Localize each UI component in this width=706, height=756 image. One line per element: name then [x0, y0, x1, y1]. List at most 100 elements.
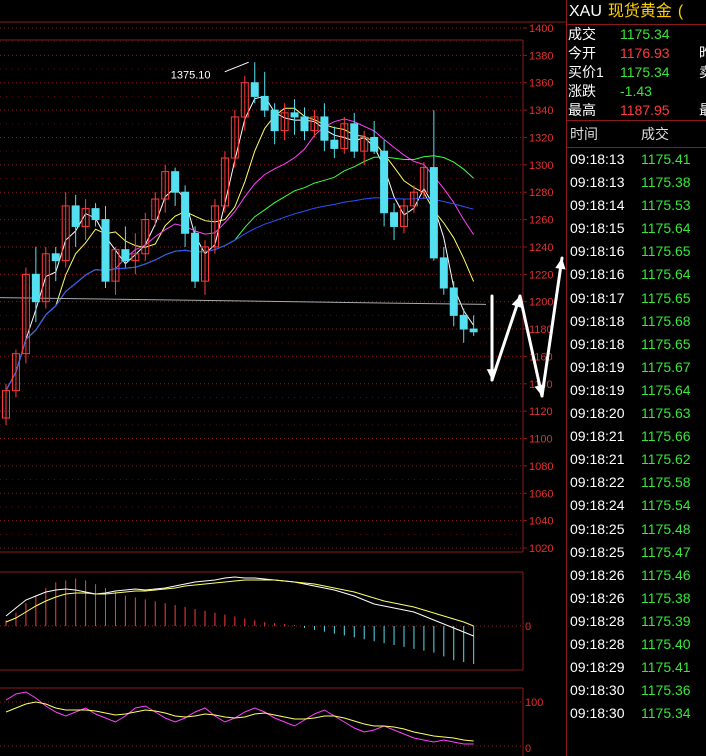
- candle-body: [51, 253, 60, 262]
- tick-price: 1175.47: [641, 543, 691, 560]
- quote-label: 今开: [568, 45, 596, 61]
- tick-time: 09:18:20: [570, 405, 625, 422]
- quote-row-4: 最高 1187.95 最: [567, 101, 706, 120]
- tick-time: 09:18:18: [570, 335, 625, 352]
- candle-body: [181, 191, 190, 234]
- tick-price: 1175.58: [641, 474, 691, 491]
- tick-row[interactable]: 09:18:18 1175.65: [567, 333, 706, 356]
- ticks-header-price: 成交: [641, 126, 669, 142]
- ma-line: [5, 155, 474, 391]
- price-tick-label: 1380: [529, 50, 553, 62]
- kdj-panel: 100 0: [0, 687, 543, 756]
- tick-time: 09:18:15: [570, 220, 625, 237]
- price-tick-label: 1280: [529, 187, 553, 199]
- tick-row[interactable]: 09:18:25 1175.47: [567, 541, 706, 564]
- quote-row-0: 成交 1175.34: [567, 25, 706, 44]
- quote-value: 1176.93: [620, 45, 670, 61]
- tick-row[interactable]: 09:18:16 1175.64: [567, 263, 706, 286]
- tick-price: 1175.40: [641, 635, 691, 652]
- tick-time: 09:18:26: [570, 589, 625, 606]
- tick-price: 1175.36: [641, 682, 691, 699]
- quote-value: 1175.34: [620, 26, 670, 42]
- tick-row[interactable]: 09:18:26 1175.38: [567, 587, 706, 610]
- symbol-header[interactable]: XAU 现货黄金 (: [567, 0, 706, 25]
- ticks-header-time: 时间: [570, 126, 598, 142]
- tick-time: 09:18:17: [570, 289, 625, 306]
- kline-chart[interactable]: 1400 1380 1360 1340 1320 1300 1280 1260 1240 1220…: [0, 0, 566, 756]
- tick-price: 1175.46: [641, 566, 691, 583]
- tick-row[interactable]: 09:18:21 1175.62: [567, 448, 706, 471]
- tick-row[interactable]: 09:18:29 1175.41: [567, 656, 706, 679]
- symbol-extra: (: [677, 3, 684, 20]
- tick-row[interactable]: 09:18:16 1175.65: [567, 240, 706, 263]
- tick-row[interactable]: 09:18:22 1175.58: [567, 471, 706, 494]
- tick-row[interactable]: 09:18:13 1175.41: [567, 148, 706, 171]
- quote-cut-label: 卖: [699, 63, 706, 82]
- tick-row[interactable]: 09:18:14 1175.53: [567, 194, 706, 217]
- quote-value: 1187.95: [620, 102, 670, 118]
- quote-label: 买价1: [568, 64, 604, 80]
- tick-row[interactable]: 09:18:25 1175.48: [567, 518, 706, 541]
- tick-list[interactable]: 09:18:13 1175.41 09:18:13 1175.38 09:18:14 11…: [567, 148, 706, 725]
- price-tick-label: 1120: [529, 406, 553, 418]
- tick-time: 09:18:30: [570, 705, 625, 722]
- price-tick-label: 1100: [529, 434, 553, 446]
- tick-row[interactable]: 09:18:30 1175.36: [567, 679, 706, 702]
- ticks-header: 时间 成交: [567, 120, 706, 148]
- moving-averages: [0, 95, 487, 391]
- tick-time: 09:18:26: [570, 566, 625, 583]
- candle-body: [31, 273, 40, 303]
- candle-body: [350, 123, 359, 152]
- price-tick-label: 1260: [529, 215, 553, 227]
- tick-time: 09:18:28: [570, 635, 625, 652]
- tick-time: 09:18:24: [570, 497, 625, 514]
- kdj-100-label: 100: [525, 697, 543, 709]
- candle-body: [260, 95, 269, 111]
- quote-row-1: 今开 1176.93 昨: [567, 44, 706, 63]
- tick-row[interactable]: 09:18:30 1175.34: [567, 702, 706, 725]
- price-tick-label: 1080: [529, 461, 553, 473]
- price-tick-label: 1340: [529, 105, 553, 117]
- price-tick-label: 1020: [529, 543, 553, 555]
- tick-time: 09:18:19: [570, 358, 625, 375]
- tick-time: 09:18:21: [570, 428, 625, 445]
- tick-time: 09:18:22: [570, 474, 625, 491]
- candle-body: [300, 116, 309, 132]
- candles: [2, 62, 478, 425]
- tick-row[interactable]: 09:18:26 1175.46: [567, 564, 706, 587]
- candle-body: [91, 208, 100, 221]
- tick-time: 09:18:19: [570, 381, 625, 398]
- tick-row[interactable]: 09:18:15 1175.64: [567, 217, 706, 240]
- tick-row[interactable]: 09:18:28 1175.39: [567, 610, 706, 633]
- candle-body: [370, 136, 379, 152]
- candle-body: [439, 257, 448, 289]
- price-tick-label: 1320: [529, 132, 553, 144]
- candle-body: [270, 109, 279, 132]
- tick-row[interactable]: 09:18:28 1175.40: [567, 633, 706, 656]
- tick-row[interactable]: 09:18:21 1175.66: [567, 425, 706, 448]
- tick-row[interactable]: 09:18:19 1175.67: [567, 356, 706, 379]
- tick-price: 1175.65: [641, 243, 691, 260]
- main-grid: [0, 21, 566, 553]
- tick-price: 1175.54: [641, 497, 691, 514]
- candle-body: [459, 314, 468, 330]
- tick-row[interactable]: 09:18:24 1175.54: [567, 494, 706, 517]
- tick-row[interactable]: 09:18:17 1175.65: [567, 287, 706, 310]
- quote-label: 涨跌: [568, 83, 596, 99]
- price-axis: 1400 1380 1360 1340 1320 1300 1280 1260 1240 1220…: [523, 23, 553, 555]
- tick-row[interactable]: 09:18:18 1175.68: [567, 310, 706, 333]
- tick-price: 1175.67: [641, 358, 691, 375]
- price-tick-label: 1300: [529, 160, 553, 172]
- kdj-0-label: 0: [525, 743, 531, 755]
- candle-body: [380, 150, 389, 214]
- candle-body: [429, 167, 438, 259]
- kdj-d-line: [5, 701, 474, 742]
- tick-row[interactable]: 09:18:19 1175.64: [567, 379, 706, 402]
- candle-body: [191, 232, 200, 282]
- tick-time: 09:18:14: [570, 197, 625, 214]
- tick-time: 09:18:28: [570, 612, 625, 629]
- kline-chart-panel[interactable]: 1400 1380 1360 1340 1320 1300 1280 1260 1240 1220…: [0, 0, 566, 756]
- tick-row[interactable]: 09:18:20 1175.63: [567, 402, 706, 425]
- tick-row[interactable]: 09:18:13 1175.38: [567, 171, 706, 194]
- tick-time: 09:18:13: [570, 174, 625, 191]
